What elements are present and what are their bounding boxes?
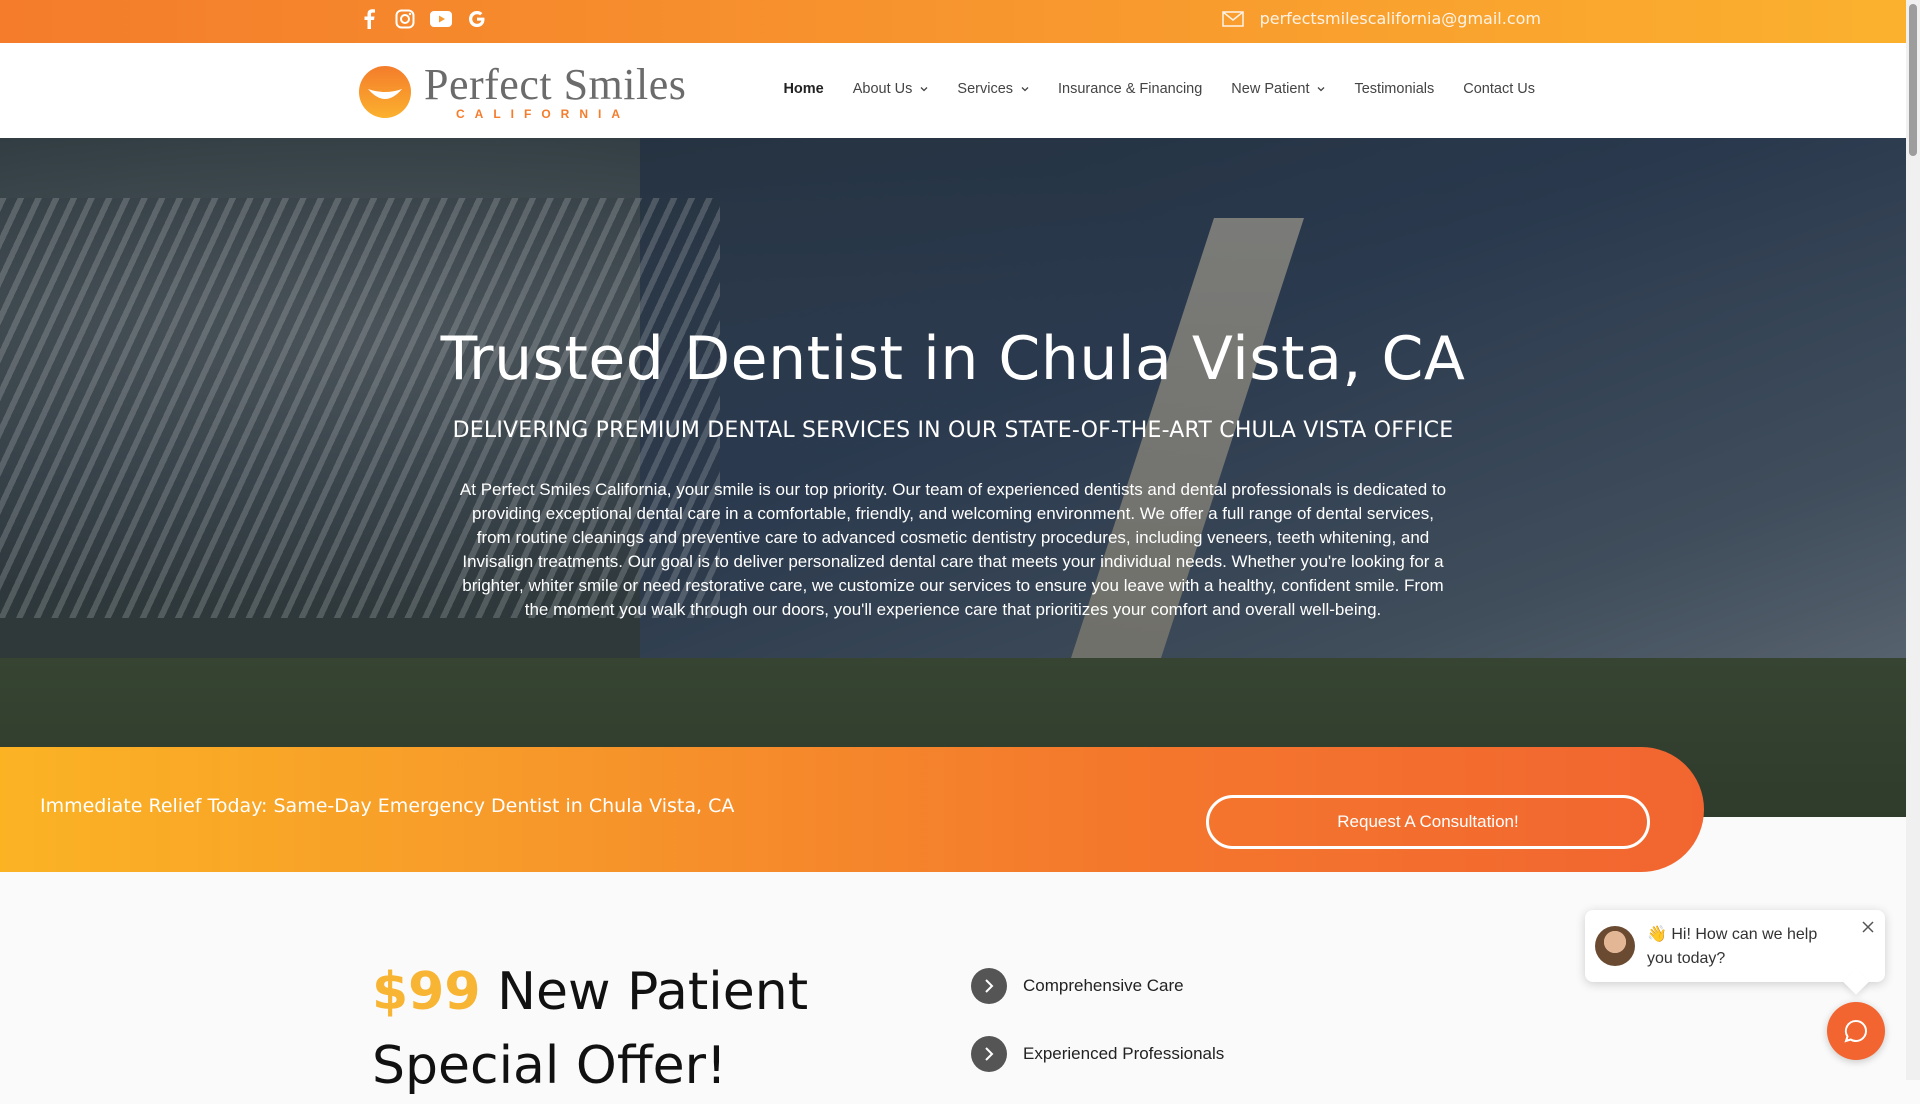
offer-line1: New Patient xyxy=(480,962,809,1022)
nav-menu: Home About Us Services Insurance & Finan… xyxy=(783,81,1535,97)
nav-new-patient[interactable]: New Patient xyxy=(1231,81,1325,97)
logo-name: Perfect Smiles xyxy=(424,60,687,109)
nav-contact[interactable]: Contact Us xyxy=(1463,81,1535,97)
offer-price: $99 xyxy=(372,962,481,1022)
new-patient-offer-heading: $99 New Patient Special Offer! xyxy=(372,955,808,1103)
hero-subtitle: DELIVERING PREMIUM DENTAL SERVICES IN OU… xyxy=(452,418,1454,443)
avatar xyxy=(1595,926,1635,966)
nav-about[interactable]: About Us xyxy=(853,81,929,97)
scrollbar[interactable] xyxy=(1906,0,1920,1080)
chat-popup[interactable]: 👋 Hi! How can we help you today? xyxy=(1585,910,1885,995)
facebook-icon[interactable] xyxy=(358,8,380,30)
feature-label: Comprehensive Care xyxy=(1023,976,1184,995)
emergency-cta-band: Immediate Relief Today: Same-Day Emergen… xyxy=(0,747,1704,872)
chevron-down-icon xyxy=(1318,87,1325,92)
nav-new-patient-label: New Patient xyxy=(1231,81,1310,97)
nav-testimonials[interactable]: Testimonials xyxy=(1354,81,1434,97)
chevron-right-icon xyxy=(971,968,1007,1004)
top-email[interactable]: perfectsmilescalifornia@gmail.com xyxy=(1221,9,1541,28)
feature-label: Experienced Professionals xyxy=(1023,1044,1225,1063)
instagram-icon[interactable] xyxy=(394,8,416,30)
nav-services[interactable]: Services xyxy=(957,81,1029,97)
chevron-right-icon xyxy=(971,1036,1007,1072)
top-bar: perfectsmilescalifornia@gmail.com xyxy=(0,0,1906,43)
social-links xyxy=(358,8,488,30)
chevron-down-icon xyxy=(1021,87,1029,92)
nav-home[interactable]: Home xyxy=(783,81,823,97)
hero-title: Trusted Dentist in Chula Vista, CA xyxy=(440,324,1466,394)
chat-icon xyxy=(1844,1019,1867,1043)
nav-insurance[interactable]: Insurance & Financing xyxy=(1058,81,1202,97)
youtube-icon[interactable] xyxy=(430,8,452,30)
chat-launcher-button[interactable] xyxy=(1827,1002,1885,1060)
hero-body: At Perfect Smiles California, your smile… xyxy=(459,480,1447,619)
nav-services-label: Services xyxy=(957,81,1014,97)
main-nav: Perfect Smiles CALIFORNIA Home About Us … xyxy=(0,43,1906,138)
nav-insurance-label: Insurance & Financing xyxy=(1058,81,1203,97)
chat-popup-tail xyxy=(1843,969,1869,995)
nav-contact-label: Contact Us xyxy=(1463,81,1535,97)
mail-icon xyxy=(1221,10,1244,27)
list-item: Experienced Professionals xyxy=(971,1036,1224,1072)
chevron-down-icon xyxy=(920,87,928,92)
offer-line2: Special Offer! xyxy=(372,1036,727,1096)
logo[interactable]: Perfect Smiles CALIFORNIA xyxy=(358,63,686,121)
request-consultation-button[interactable]: Request A Consultation! xyxy=(1206,795,1650,849)
close-icon[interactable] xyxy=(1861,920,1875,934)
nav-about-label: About Us xyxy=(852,81,913,97)
chat-message: 👋 Hi! How can we help you today? xyxy=(1647,926,1818,967)
scrollbar-thumb[interactable] xyxy=(1909,4,1917,156)
emergency-cta-text: Immediate Relief Today: Same-Day Emergen… xyxy=(40,795,735,817)
logo-subtitle: CALIFORNIA xyxy=(456,107,630,121)
email-link[interactable]: perfectsmilescalifornia@gmail.com xyxy=(1260,9,1541,28)
nav-home-label: Home xyxy=(783,81,824,97)
smile-logo-icon xyxy=(359,66,411,118)
feature-list: Comprehensive Care Experienced Professio… xyxy=(971,968,1224,1104)
list-item: Comprehensive Care xyxy=(971,968,1224,1004)
nav-testimonials-label: Testimonials xyxy=(1354,81,1435,97)
hero-section: Trusted Dentist in Chula Vista, CA DELIV… xyxy=(0,138,1906,817)
google-icon[interactable] xyxy=(466,8,488,30)
